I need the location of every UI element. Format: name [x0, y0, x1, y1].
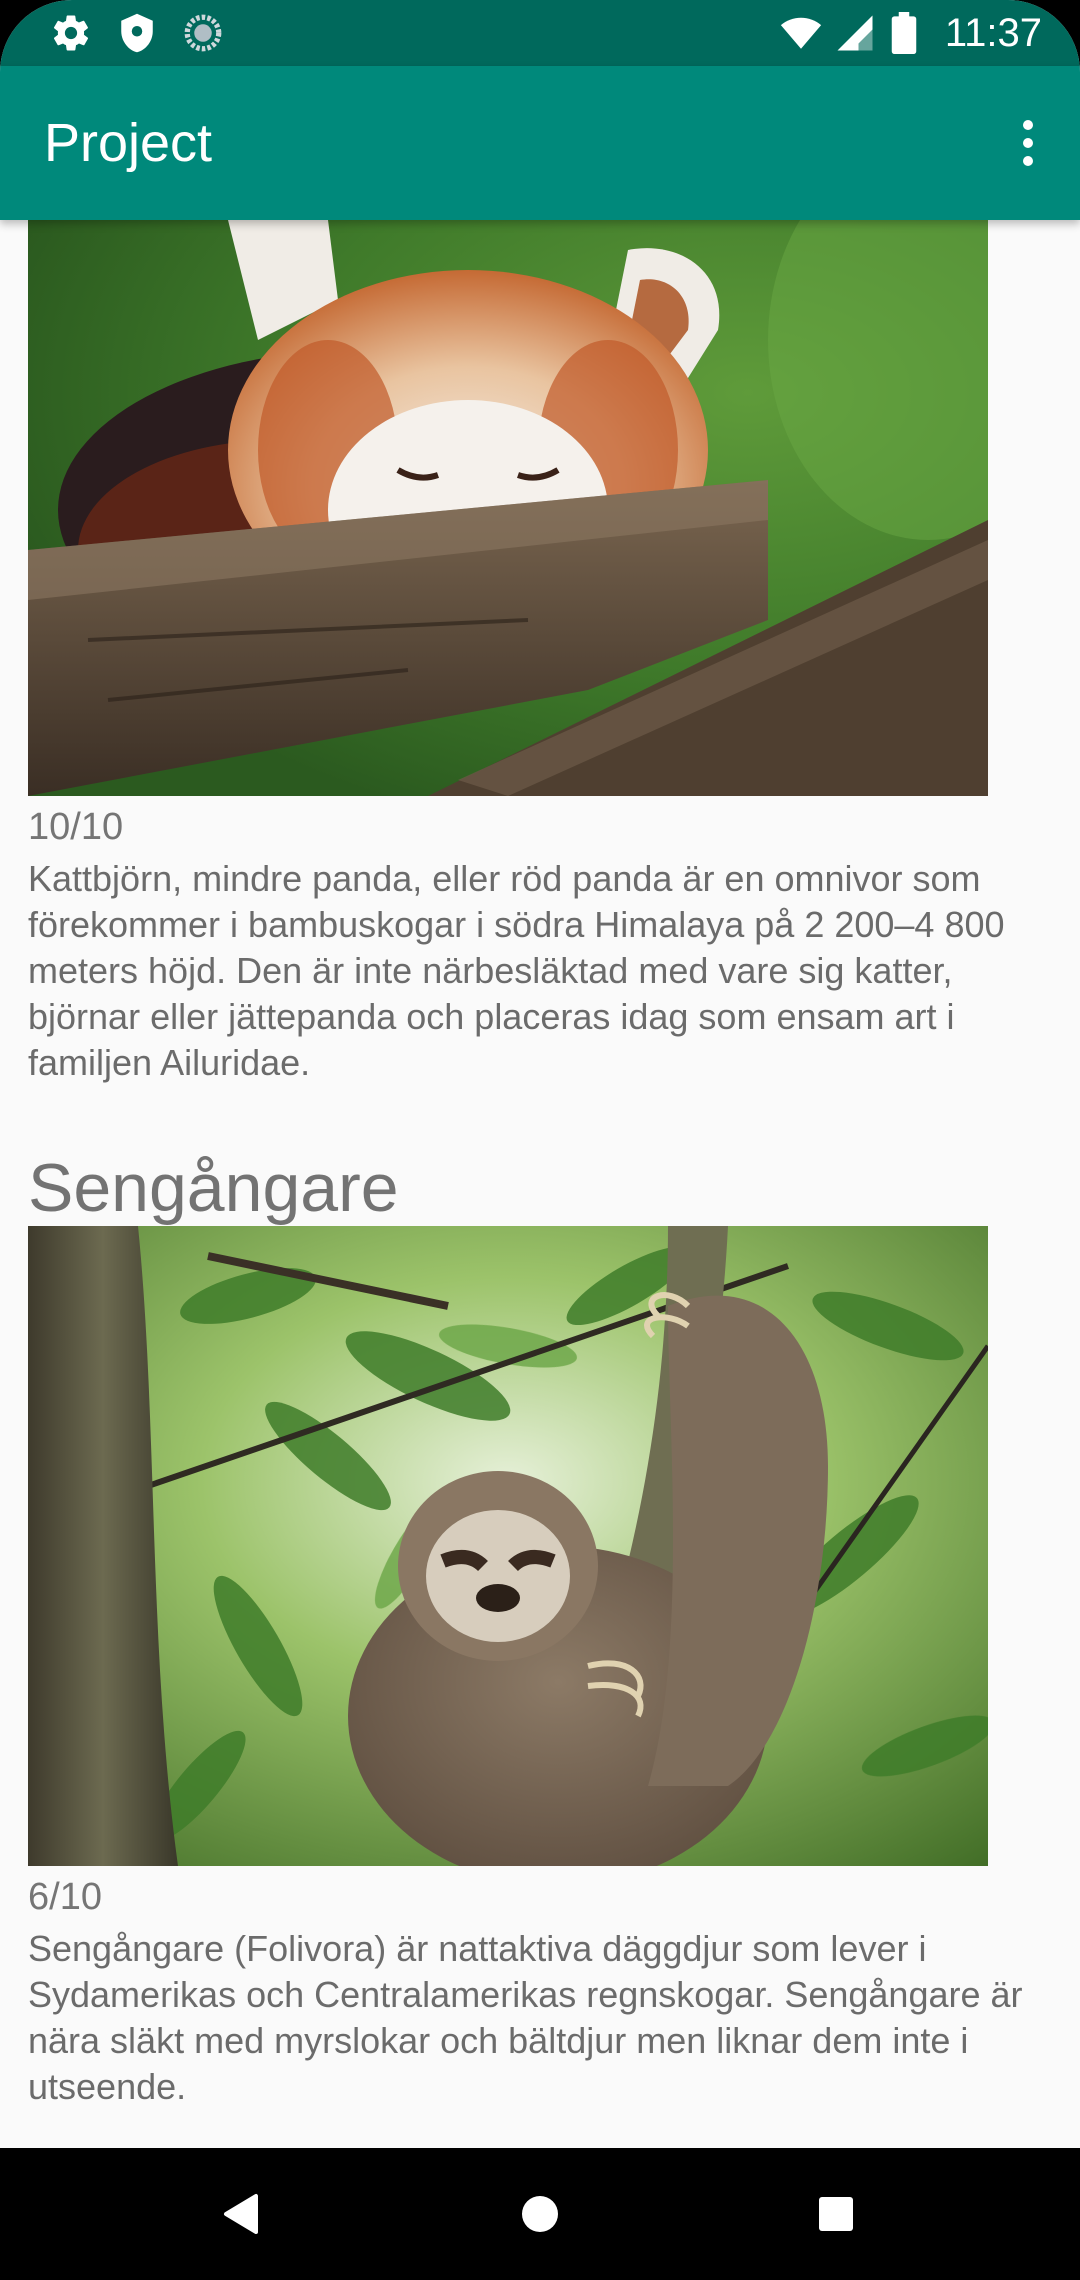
shield-icon — [121, 13, 153, 53]
status-time: 11:37 — [944, 11, 1042, 55]
item-list[interactable]: 10/10 Kattbjörn, mindre panda, eller röd… — [0, 220, 1080, 2148]
battery-icon — [891, 12, 917, 54]
app-title: Project — [44, 113, 213, 173]
gear-icon — [53, 15, 89, 51]
back-triangle-icon[interactable] — [222, 2192, 260, 2236]
home-circle-icon[interactable] — [520, 2194, 560, 2234]
item-description: Sengångare (Folivora) är nattaktiva dägg… — [28, 1928, 1023, 2107]
navigation-bar — [0, 2148, 1080, 2280]
sloth-photo — [28, 1226, 988, 1866]
item-title: Sengångare — [28, 1150, 399, 1226]
more-vert-icon[interactable] — [1000, 110, 1056, 176]
signal-icon — [837, 15, 873, 51]
sync-circle-icon — [184, 14, 222, 52]
wifi-icon — [780, 17, 822, 49]
red-panda-photo — [28, 220, 988, 796]
app-bar: Project — [0, 66, 1080, 220]
item-rating: 10/10 — [28, 806, 124, 848]
item-description: Kattbjörn, mindre panda, eller röd panda… — [28, 858, 1005, 1083]
list-item: Sengångare 6/10 Sengångare (Folivora) är… — [28, 1148, 1058, 2110]
recents-square-icon[interactable] — [818, 2196, 854, 2232]
item-rating: 6/10 — [28, 1876, 102, 1918]
phone-screen: 11:37 Project 10/10 Kattbjörn, mindre pa… — [0, 0, 1080, 2280]
list-item: 10/10 Kattbjörn, mindre panda, eller röd… — [28, 220, 1058, 1086]
status-bar: 11:37 — [0, 0, 1080, 66]
